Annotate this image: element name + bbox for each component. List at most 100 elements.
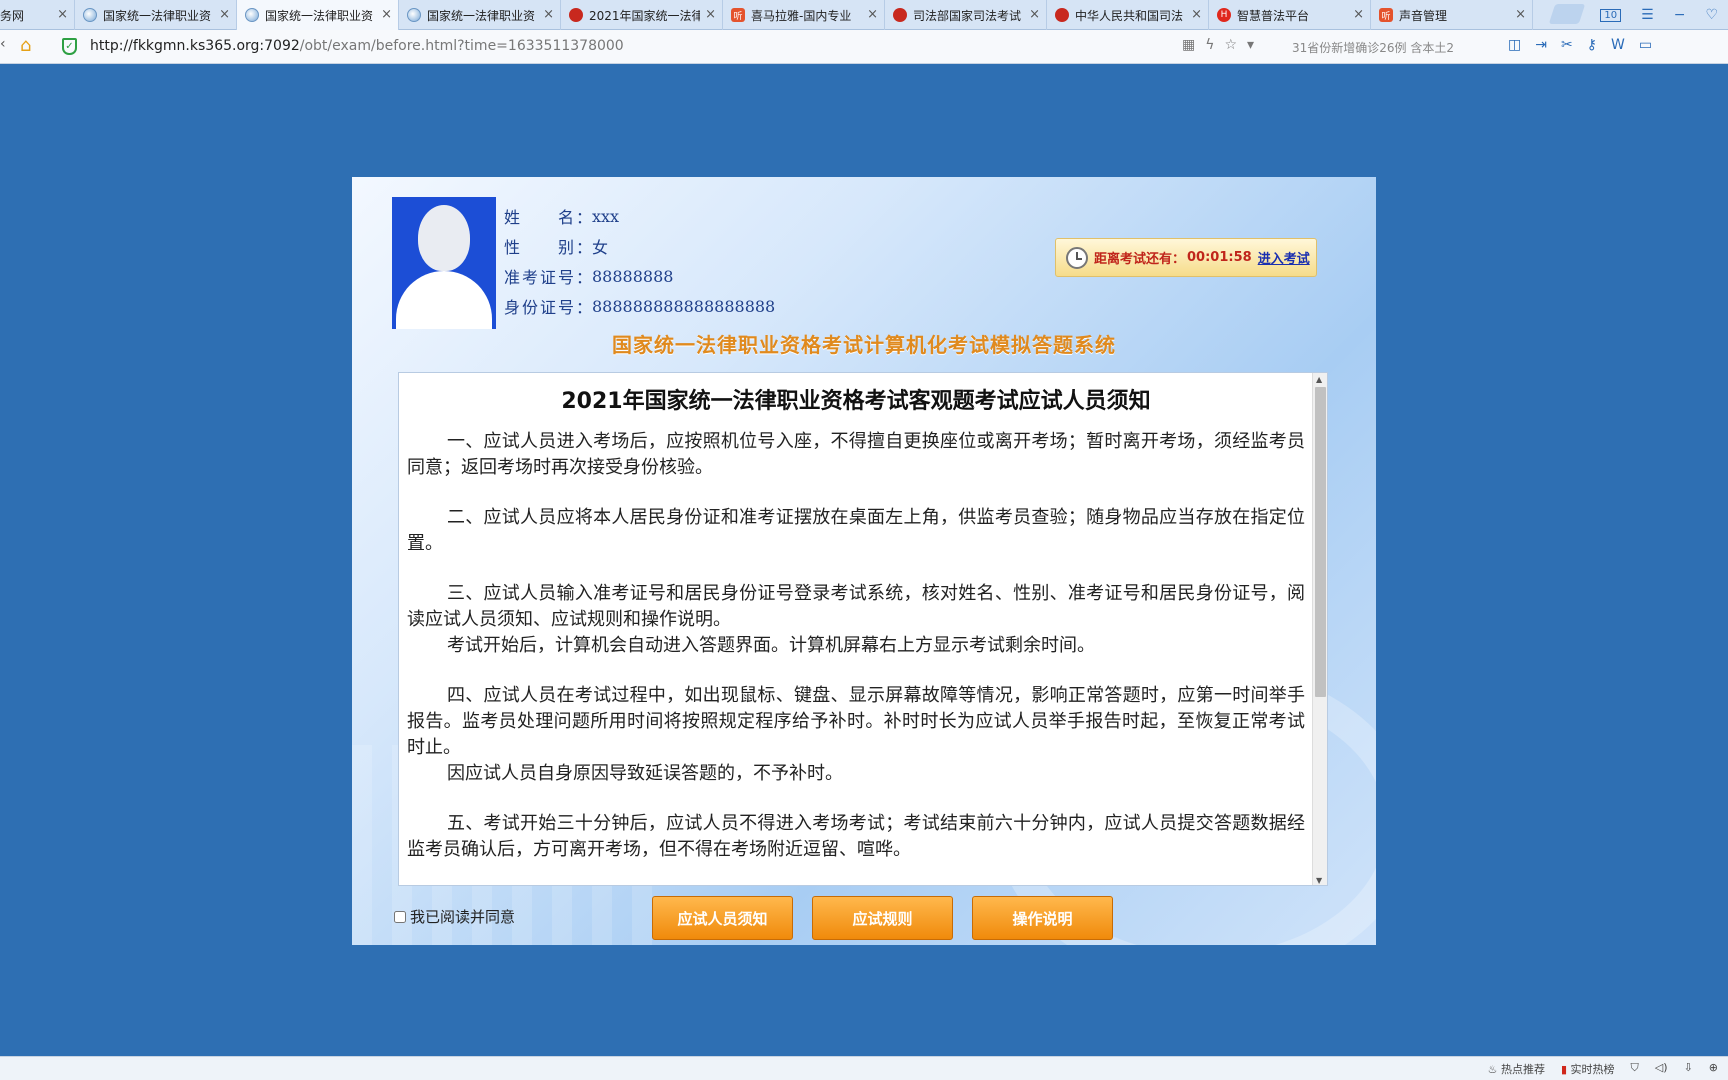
- notice-paragraph: 二、应试人员应将本人居民身份证和准考证摆放在桌面左上角，供监考员查验；随身物品应…: [407, 507, 1305, 554]
- agree-checkbox-row[interactable]: 我已阅读并同意: [394, 906, 515, 927]
- address-actions: ▦ ϟ ☆ ▾: [1182, 37, 1254, 53]
- login-icon[interactable]: ⇥: [1535, 37, 1547, 53]
- translate-icon[interactable]: ◫: [1508, 37, 1521, 53]
- tab-title: 中华人民共和国司法: [1075, 8, 1184, 23]
- search-suggestion[interactable]: 31省份新增确诊26例 含本土2: [1292, 39, 1492, 56]
- tab-close-icon[interactable]: ×: [381, 7, 392, 22]
- chevron-down-icon[interactable]: ▾: [1247, 37, 1254, 53]
- browser-tab[interactable]: 国家统一法律职业资 ×: [75, 0, 237, 30]
- url-host: http://fkkgmn.ks365.org:7092: [90, 38, 300, 54]
- tab-title: 2021年国家统一法律: [589, 8, 700, 23]
- id-value: 888888888888888888: [592, 296, 776, 316]
- candidate-photo: [392, 197, 496, 329]
- notice-paragraph: 四、应试人员在考试过程中，如出现鼠标、键盘、显示屏幕故障等情况，影响正常答题时，…: [407, 685, 1305, 758]
- browser-tab[interactable]: 司法部国家司法考试 ×: [885, 0, 1047, 30]
- name-label: 姓 名：: [504, 208, 592, 227]
- address-bar: ‹ ⌂ ✓ http://fkkgmn.ks365.org:7092/obt/e…: [0, 30, 1728, 64]
- back-icon[interactable]: ‹: [0, 36, 6, 52]
- realtime-hot-label: 实时热榜: [1570, 1063, 1615, 1076]
- tab-close-icon[interactable]: ×: [867, 7, 878, 22]
- scissors-icon[interactable]: ✂: [1561, 37, 1573, 53]
- lightning-icon[interactable]: ϟ: [1205, 37, 1214, 53]
- notice-paragraph: 因应试人员自身原因导致延误答题的，不予补时。: [447, 763, 843, 784]
- key-icon[interactable]: ⚷: [1587, 37, 1597, 53]
- tab-title: 国家统一法律职业资: [103, 8, 212, 23]
- hot-recommend[interactable]: ♨ 热点推荐: [1488, 1061, 1545, 1077]
- download-icon[interactable]: ⇩: [1684, 1061, 1693, 1077]
- browser-tab[interactable]: 听喜马拉雅-国内专业 ×: [723, 0, 885, 30]
- info-row-gender: 性 别：女: [504, 231, 775, 261]
- tab-close-icon[interactable]: ×: [1515, 7, 1526, 22]
- countdown-label: 距离考试还有：: [1094, 252, 1186, 267]
- browser-tab[interactable]: 听声音管理 ×: [1371, 0, 1533, 30]
- notice-scrollbar[interactable]: ▲ ▼: [1312, 373, 1327, 885]
- tab-close-icon[interactable]: ×: [705, 7, 716, 22]
- tab-close-icon[interactable]: ×: [1353, 7, 1364, 22]
- id-label: 身份证号：: [504, 298, 592, 317]
- tab-close-icon[interactable]: ×: [1191, 7, 1202, 22]
- zoom-icon[interactable]: ⊕: [1709, 1061, 1718, 1077]
- tab-title: 国家统一法律职业资: [265, 8, 374, 23]
- info-row-name: 姓 名： xxx: [504, 201, 775, 231]
- browser-tab[interactable]: H 智慧普法平台 ×: [1209, 0, 1371, 30]
- notice-paragraph: 五、考试开始三十分钟后，应试人员不得进入考场考试；考试结束前六十分钟内，应试人员…: [407, 813, 1305, 860]
- tab-close-icon[interactable]: ×: [219, 7, 230, 22]
- gender-label: 性 别：: [504, 238, 592, 257]
- tab-title: 智慧普法平台: [1237, 8, 1310, 23]
- info-row-ticket: 准考证号： 88888888: [504, 261, 775, 291]
- tab-close-icon[interactable]: ×: [1029, 7, 1040, 22]
- grid-icon[interactable]: ▦: [1182, 37, 1195, 53]
- secure-shield-icon: ✓: [62, 38, 77, 55]
- notice-paragraph: 一、应试人员进入考场后，应按照机位号入座，不得擅自更换座位或离开考场；暂时离开考…: [407, 431, 1305, 478]
- tab-title: 声音管理: [1399, 8, 1448, 23]
- system-title: 国家统一法律职业资格考试计算机化考试模拟答题系统: [612, 333, 1116, 357]
- enter-exam-link[interactable]: 进入考试: [1258, 248, 1310, 267]
- browser-tab[interactable]: 务网 ×: [0, 0, 75, 30]
- scroll-down-icon[interactable]: ▼: [1316, 876, 1322, 885]
- sidebar-icon[interactable]: ▭: [1639, 37, 1652, 53]
- clock-icon: [1066, 246, 1088, 269]
- browser-tab[interactable]: 2021年国家统一法律 ×: [561, 0, 723, 30]
- realtime-hot[interactable]: ▮ 实时热榜: [1561, 1061, 1615, 1077]
- emblem-favicon-icon: [569, 8, 583, 22]
- shield-icon[interactable]: ⛉: [1631, 1061, 1639, 1077]
- countdown-time: 00:01:58: [1187, 250, 1252, 265]
- notice-box[interactable]: 2021年国家统一法律职业资格考试客观题考试应试人员须知 一、应试人员进入考场后…: [398, 372, 1328, 886]
- browser-tab-bar: 务网 × 国家统一法律职业资 × 国家统一法律职业资 × 国家统一法律职业资 × 2021年国家…: [0, 0, 1728, 30]
- candidate-info: 姓 名： xxx 性 别：女 准考证号： 88888888 身份证号： 8888888…: [504, 201, 775, 321]
- globe-favicon-icon: [83, 8, 97, 22]
- notice-button[interactable]: 应试人员须知: [652, 896, 793, 940]
- home-icon[interactable]: ⌂: [20, 35, 31, 56]
- hf-favicon-icon: H: [1217, 8, 1231, 22]
- browser-tab[interactable]: 中华人民共和国司法 ×: [1047, 0, 1209, 30]
- tab-title: 司法部国家司法考试: [913, 8, 1022, 23]
- toolbar-icons: ◫ ⇥ ✂ ⚷ W ▭: [1508, 37, 1652, 53]
- browser-tab[interactable]: 国家统一法律职业资 ×: [399, 0, 561, 30]
- agree-label: 我已阅读并同意: [410, 908, 516, 926]
- favorites-icon[interactable]: ♡: [1705, 7, 1718, 23]
- url-field[interactable]: http://fkkgmn.ks365.org:7092/obt/exam/be…: [90, 38, 624, 54]
- tab-close-icon[interactable]: ×: [543, 7, 554, 22]
- hot-recommend-label: 热点推荐: [1500, 1063, 1545, 1076]
- instructions-button[interactable]: 操作说明: [972, 896, 1113, 940]
- scroll-up-icon[interactable]: ▲: [1316, 375, 1322, 384]
- url-path: /obt/exam/before.html?time=1633511378000: [299, 38, 624, 54]
- name-value: xxx: [592, 206, 620, 226]
- volume-icon[interactable]: ◁): [1655, 1061, 1668, 1077]
- emblem-favicon-icon: [1055, 8, 1069, 22]
- notice-paragraph: 考试开始后，计算机会自动进入答题界面。计算机屏幕右上方显示考试剩余时间。: [447, 635, 1095, 656]
- word-icon[interactable]: W: [1611, 37, 1625, 53]
- star-icon[interactable]: ☆: [1224, 37, 1237, 53]
- agree-checkbox[interactable]: [394, 910, 406, 923]
- minimize-icon[interactable]: −: [1674, 7, 1686, 23]
- avatar-head: [418, 205, 470, 271]
- window-controls: 10 ☰ − ♡: [1552, 0, 1728, 30]
- rules-button[interactable]: 应试规则: [812, 896, 953, 940]
- notice-paragraphs: 一、应试人员进入考场后，应按照机位号入座，不得擅自更换座位或离开考场；暂时离开考…: [407, 429, 1305, 863]
- tab-count-badge[interactable]: 10: [1600, 8, 1622, 22]
- browser-tab[interactable]: 国家统一法律职业资 ×: [237, 0, 399, 30]
- tab-close-icon[interactable]: ×: [57, 7, 68, 22]
- menu-icon[interactable]: ☰: [1641, 7, 1654, 23]
- scrollbar-thumb[interactable]: [1315, 387, 1326, 697]
- exam-login-panel: 姓 名： xxx 性 别：女 准考证号： 88888888 身份证号： 8888888…: [352, 177, 1376, 945]
